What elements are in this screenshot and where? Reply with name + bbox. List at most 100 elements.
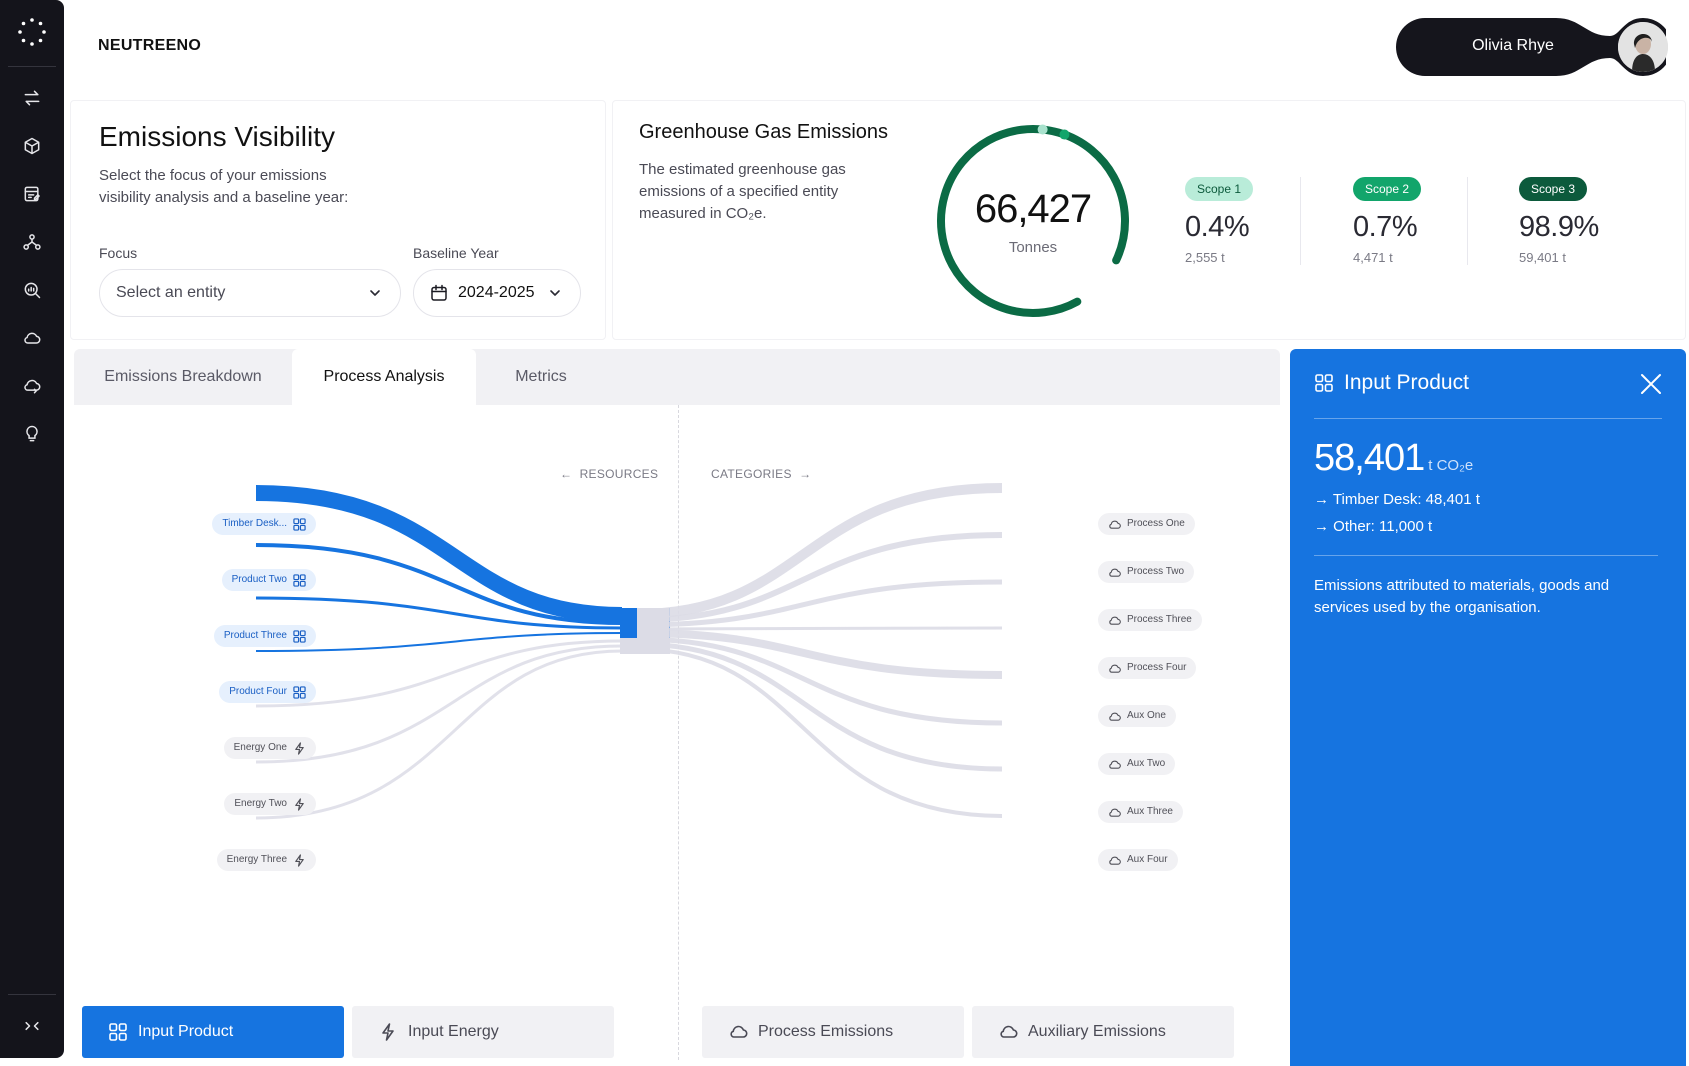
category-node-label: Aux One — [1127, 710, 1166, 721]
collapse-icon — [25, 1021, 39, 1031]
category-flow — [636, 483, 1003, 619]
resource-node-label: Energy One — [233, 742, 287, 753]
input-product-button-label: Input Product — [138, 1023, 234, 1040]
resource-node-timber-desk[interactable]: Timber Desk... — [212, 513, 316, 535]
sidebar-item-search[interactable] — [20, 278, 44, 302]
category-node-aux-one[interactable]: Aux One — [1098, 705, 1176, 727]
tab-metrics[interactable]: Metrics — [476, 349, 606, 405]
network-icon — [23, 234, 41, 250]
category-node-aux-three[interactable]: Aux Three — [1098, 801, 1183, 823]
sidebar-item-insights[interactable] — [20, 422, 44, 446]
category-node-aux-two[interactable]: Aux Two — [1098, 753, 1176, 775]
scope-divider — [1300, 177, 1301, 265]
category-node-process-one[interactable]: Process One — [1098, 513, 1195, 535]
category-node-aux-four[interactable]: Aux Four — [1098, 849, 1178, 871]
scope-1-badge: Scope 1 — [1185, 177, 1254, 201]
input-energy-button-label: Input Energy — [408, 1023, 499, 1040]
focus-label: Focus — [99, 245, 138, 261]
page-title: Emissions Visibility — [99, 121, 335, 152]
sidebar-item-cloud[interactable] — [20, 326, 44, 350]
close-icon[interactable] — [1638, 371, 1664, 397]
ghg-title: Greenhouse Gas Emissions — [639, 121, 889, 143]
category-node-label: Aux Three — [1127, 806, 1173, 817]
avatar-image — [1618, 22, 1668, 72]
user-name: Olivia Rhye — [1472, 37, 1554, 54]
panel-breakdown-line: → Other: 11,000 t — [1314, 518, 1433, 535]
scope-divider — [1467, 177, 1468, 265]
category-node-label: Process Three — [1127, 614, 1192, 625]
process-emissions-button[interactable]: Process Emissions — [702, 1006, 964, 1058]
cloud-icon — [1109, 616, 1121, 625]
ring-dot-scope-2 — [1059, 129, 1070, 140]
ghg-emissions-card: Greenhouse Gas Emissions The estimated g… — [612, 100, 1686, 340]
category-node-label: Aux Two — [1127, 758, 1166, 769]
category-node-process-two[interactable]: Process Two — [1098, 561, 1195, 583]
process-analysis-panel: ← RESOURCES CATEGORIES → Timber Desk... … — [74, 405, 1280, 1060]
avatar[interactable] — [1618, 22, 1668, 72]
cloud-icon — [730, 1025, 748, 1038]
resource-node-product-two[interactable]: Product Two — [221, 569, 316, 591]
cloud-icon — [1109, 664, 1121, 673]
resource-node-label: Timber Desk... — [222, 518, 287, 529]
sidebar — [0, 0, 64, 1058]
ghg-description: The estimated greenhouse gas emissions o… — [639, 161, 846, 222]
analysis-tabs: Emissions Breakdown Process Analysis Met… — [74, 349, 1280, 405]
resource-node-energy-two[interactable]: Energy Two — [224, 793, 316, 815]
cloud-icon — [1109, 760, 1121, 769]
focus-select[interactable]: Select an entity — [99, 269, 401, 317]
baseline-year-select[interactable]: 2024-2025 — [413, 269, 581, 317]
sidebar-item-cloud-sync[interactable] — [20, 374, 44, 398]
scope-2-badge: Scope 2 — [1353, 177, 1422, 201]
scope-1-percentage: 0.4% — [1185, 211, 1250, 243]
user-menu[interactable]: Olivia Rhye — [1396, 18, 1668, 76]
cloud-icon — [1109, 520, 1121, 529]
resource-node-energy-three[interactable]: Energy Three — [216, 849, 316, 871]
input-energy-button[interactable]: Input Energy — [352, 1006, 614, 1058]
panel-title: Input Product — [1344, 371, 1469, 394]
scope-2-percentage: 0.7% — [1353, 211, 1418, 243]
sidebar-item-package[interactable] — [20, 134, 44, 158]
panel-header: Input Product — [1314, 371, 1469, 395]
cloud-icon — [1109, 712, 1121, 721]
sidebar-item-reports[interactable] — [20, 182, 44, 206]
resource-node-product-four[interactable]: Product Four — [219, 681, 316, 703]
scope-3-tonnes: 59,401 t — [1519, 250, 1566, 265]
bolt-icon — [295, 797, 304, 811]
ghg-total-unit: Tonnes — [1008, 239, 1058, 256]
resource-node-label: Product Three — [223, 630, 287, 641]
sidebar-divider-bottom — [8, 994, 56, 995]
resource-node-energy-one[interactable]: Energy One — [223, 737, 316, 759]
lightbulb-icon — [26, 425, 38, 442]
panel-divider — [1314, 418, 1662, 419]
resource-node-label: Product Four — [229, 686, 287, 697]
scope-2-tonnes: 4,471 t — [1353, 250, 1393, 265]
ghg-total-value: 66,427 — [974, 187, 1092, 231]
bolt-icon — [295, 741, 304, 755]
category-node-label: Process Four — [1127, 662, 1187, 673]
package-icon — [24, 137, 40, 155]
input-product-button[interactable]: Input Product — [82, 1006, 344, 1058]
bolt-icon — [295, 853, 304, 867]
input-product-detail-panel: Input Product 58,401 t CO₂e → Timber Desk… — [1290, 349, 1686, 1066]
tab-emissions-breakdown[interactable]: Emissions Breakdown — [74, 349, 292, 405]
scope-3-percentage: 98.9% — [1519, 211, 1599, 243]
process-emissions-button-label: Process Emissions — [758, 1023, 894, 1040]
app-logo-icon[interactable] — [16, 16, 48, 48]
category-node-process-three[interactable]: Process Three — [1098, 609, 1202, 631]
category-node-process-four[interactable]: Process Four — [1098, 657, 1197, 679]
auxiliary-emissions-button-label: Auxiliary Emissions — [1028, 1023, 1166, 1040]
grid-icon — [109, 1023, 127, 1041]
sidebar-collapse-button[interactable] — [20, 1014, 44, 1038]
panel-description: Emissions attributed to materials, goods… — [1314, 577, 1610, 616]
auxiliary-emissions-button[interactable]: Auxiliary Emissions — [972, 1006, 1234, 1058]
tab-process-analysis[interactable]: Process Analysis — [292, 349, 476, 405]
emissions-visibility-card: Emissions Visibility Select the focus of… — [70, 100, 606, 340]
sidebar-item-transfer[interactable] — [20, 86, 44, 110]
category-flow — [636, 626, 1003, 631]
transfer-icon — [24, 90, 40, 106]
scope-2-stat: Scope 2 0.7% 4,471 t — [1353, 177, 1483, 265]
sidebar-item-network[interactable] — [20, 230, 44, 254]
category-hub — [637, 608, 669, 652]
resource-node-product-three[interactable]: Product Three — [213, 625, 316, 647]
visibility-description: Select the focus of your emissions visib… — [99, 167, 349, 206]
